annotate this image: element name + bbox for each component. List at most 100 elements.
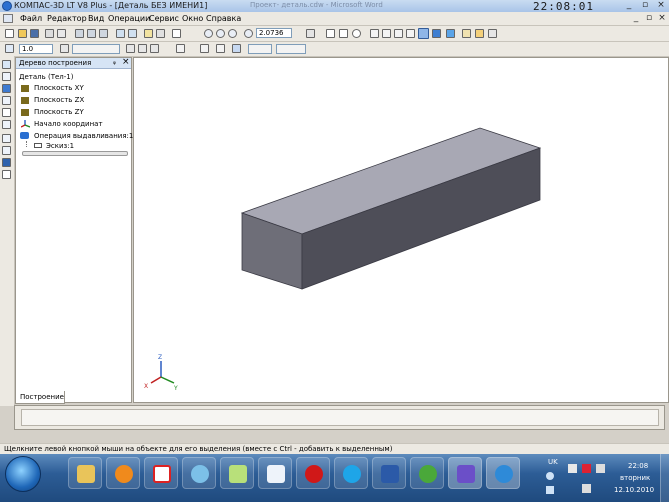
grid-icon[interactable] <box>176 44 185 53</box>
filter-icon[interactable] <box>2 120 11 129</box>
show-desktop-button[interactable] <box>660 454 669 502</box>
geometry-icon[interactable] <box>2 96 11 105</box>
copy-icon[interactable] <box>87 29 96 38</box>
tree-item-plane-zx[interactable]: Плоскость ZX <box>34 96 84 104</box>
minimize-button[interactable]: _ <box>625 1 633 10</box>
spec-icon[interactable] <box>2 158 11 167</box>
shaded-icon[interactable] <box>418 28 429 39</box>
pan-icon[interactable] <box>326 29 335 38</box>
pin-icon[interactable]: ᵩ <box>113 58 116 66</box>
coord-y-field[interactable] <box>276 44 306 54</box>
menu-operations[interactable]: Операции <box>108 14 150 23</box>
help-tray-icon[interactable] <box>546 472 554 480</box>
preview-icon[interactable] <box>57 29 66 38</box>
tree-item-part[interactable]: Деталь (Тел-1) <box>19 73 73 81</box>
taskbar-notepad[interactable] <box>258 457 292 489</box>
cut-icon[interactable] <box>75 29 84 38</box>
measure-icon[interactable] <box>2 108 11 117</box>
hidden-lines-icon[interactable] <box>382 29 391 38</box>
hatch-icon[interactable] <box>138 44 147 53</box>
shaded-edges-icon[interactable] <box>432 29 441 38</box>
model-viewport[interactable]: Z X Y <box>133 57 669 403</box>
maximize-button[interactable]: ▫ <box>641 1 649 10</box>
dimension-icon[interactable] <box>2 134 11 143</box>
taskbar-app-green[interactable] <box>220 457 254 489</box>
menu-service[interactable]: Сервис <box>149 14 179 23</box>
no-hidden-icon[interactable] <box>406 29 415 38</box>
menu-help[interactable]: Справка <box>206 14 241 23</box>
coord-x-field[interactable] <box>248 44 272 54</box>
tree-item-sketch[interactable]: Эскиз:1 <box>46 142 74 150</box>
taskbar-word[interactable] <box>372 457 406 489</box>
menu-window[interactable]: Окно <box>182 14 203 23</box>
taskbar-media-player[interactable] <box>106 457 140 489</box>
tree-item-plane-xy[interactable]: Плоскость XY <box>34 84 84 92</box>
hide-icons-icon[interactable] <box>568 464 577 473</box>
thin-hidden-icon[interactable] <box>394 29 403 38</box>
redo-icon[interactable] <box>128 29 137 38</box>
help-pointer-icon[interactable] <box>172 29 181 38</box>
sketch-tool-icon[interactable] <box>2 72 11 81</box>
close-panel-icon[interactable]: × <box>122 57 130 67</box>
orientation-icon[interactable] <box>306 29 315 38</box>
volume-icon[interactable] <box>582 484 591 493</box>
zoom-fit-icon[interactable] <box>339 29 348 38</box>
zoom-out-icon[interactable] <box>228 29 237 38</box>
document-icon[interactable] <box>3 14 13 23</box>
menu-view[interactable]: Вид <box>88 14 104 23</box>
print-icon[interactable] <box>45 29 54 38</box>
network-icon[interactable] <box>596 464 605 473</box>
tree-item-plane-zy[interactable]: Плоскость ZY <box>34 108 84 116</box>
tab-build[interactable]: Построение <box>15 391 65 404</box>
cursor-snap-icon[interactable] <box>232 44 241 53</box>
zoom-window-icon[interactable] <box>204 29 213 38</box>
snap-icon[interactable] <box>5 44 14 53</box>
edit-part-icon[interactable] <box>2 60 11 69</box>
color-icon[interactable] <box>150 44 159 53</box>
wireframe-icon[interactable] <box>370 29 379 38</box>
menu-edit[interactable]: Редактор <box>47 14 87 23</box>
line-width-field[interactable]: 1.0 <box>19 44 53 54</box>
horizontal-scrollbar[interactable] <box>22 151 128 156</box>
language-indicator[interactable]: UK <box>548 458 558 466</box>
report-icon[interactable] <box>2 170 11 179</box>
rotate-icon[interactable] <box>352 29 361 38</box>
model-canvas[interactable]: Z X Y <box>134 58 668 402</box>
flag-icon[interactable] <box>582 464 591 473</box>
solid-tool-icon[interactable] <box>2 84 11 93</box>
open-folder-icon[interactable] <box>18 29 27 38</box>
layer-icon[interactable] <box>60 44 69 53</box>
close-button[interactable]: × <box>657 1 665 10</box>
taskbar-kompas[interactable] <box>448 457 482 489</box>
taskbar-windows-media[interactable] <box>410 457 444 489</box>
taskbar-app-red[interactable] <box>144 457 178 489</box>
paste-icon[interactable] <box>99 29 108 38</box>
perspective-icon[interactable] <box>446 29 455 38</box>
properties-area[interactable] <box>21 409 659 426</box>
constraint-icon[interactable] <box>2 146 11 155</box>
doc-minimize-button[interactable]: _ <box>632 14 640 23</box>
undo-icon[interactable] <box>116 29 125 38</box>
window-icon[interactable] <box>488 29 497 38</box>
taskbar-opera[interactable] <box>296 457 330 489</box>
library-icon[interactable] <box>156 29 165 38</box>
style-icon[interactable] <box>126 44 135 53</box>
zoom-icon[interactable] <box>244 29 253 38</box>
local-cs-icon[interactable] <box>200 44 209 53</box>
layer-select[interactable] <box>72 44 120 54</box>
tool-icon[interactable] <box>462 29 471 38</box>
zoom-scale-field[interactable]: 2.0736 <box>256 28 292 38</box>
ortho-icon[interactable] <box>216 44 225 53</box>
properties-icon[interactable] <box>144 29 153 38</box>
zoom-in-icon[interactable] <box>216 29 225 38</box>
wizard-icon[interactable] <box>475 29 484 38</box>
save-icon[interactable] <box>30 29 39 38</box>
tree-item-origin[interactable]: Начало координат <box>34 120 103 128</box>
taskbar-explorer[interactable] <box>68 457 102 489</box>
keyboard-tray-icon[interactable] <box>546 486 554 494</box>
taskbar-ie[interactable] <box>486 457 520 489</box>
tree-item-extrude[interactable]: Операция выдавливания:1 <box>34 132 133 140</box>
doc-close-button[interactable]: × <box>658 14 666 23</box>
doc-restore-button[interactable]: ▫ <box>645 14 653 23</box>
menu-file[interactable]: Файл <box>20 14 42 23</box>
